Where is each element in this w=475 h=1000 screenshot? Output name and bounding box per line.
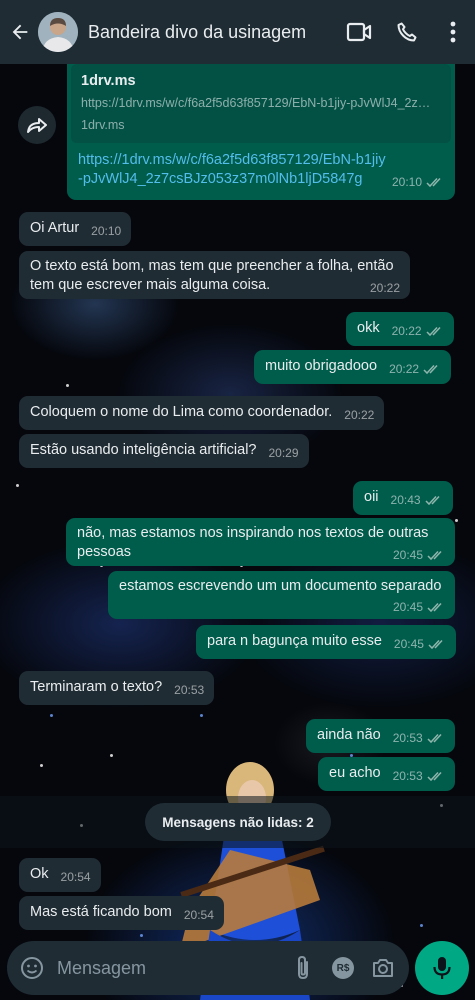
- message-incoming[interactable]: Ok 20:54: [19, 858, 101, 892]
- contact-avatar[interactable]: [38, 12, 78, 52]
- message-outgoing[interactable]: não, mas estamos nos inspirando nos text…: [66, 518, 455, 566]
- message-time: 20:22: [389, 362, 420, 376]
- message-time: 20:45: [392, 548, 423, 562]
- message-incoming[interactable]: Coloquem o nome do Lima como coordenador…: [19, 396, 385, 430]
- message-incoming[interactable]: Estão usando inteligência artificial? 20:…: [19, 434, 309, 468]
- message-text: muito obrigadooo: [265, 358, 378, 374]
- message-text-line2: pessoas: [77, 544, 132, 560]
- message-outgoing[interactable]: okk 20:22: [346, 312, 454, 346]
- message-outgoing[interactable]: estamos escrevendo um um documento separ…: [108, 571, 455, 619]
- video-call-icon: [346, 22, 372, 42]
- message-incoming[interactable]: Oi Artur 20:10: [19, 212, 132, 246]
- message-text: oii: [364, 489, 379, 505]
- message-time: 20:53: [174, 683, 205, 697]
- double-check-icon: [427, 602, 442, 613]
- message-text-line1: não, mas estamos nos inspirando nos text…: [77, 525, 429, 541]
- message-text-line2: tem que escrever mais alguma coisa.: [30, 277, 271, 293]
- link-preview-domain: 1drv.ms: [81, 118, 125, 132]
- more-options-button[interactable]: [431, 0, 475, 64]
- double-check-icon: [425, 495, 440, 506]
- message-time: 20:22: [369, 281, 400, 295]
- double-check-icon: [426, 326, 441, 337]
- message-incoming[interactable]: Terminaram o texto? 20:53: [19, 671, 215, 705]
- chat-title[interactable]: Bandeira divo da usinagem: [88, 22, 335, 43]
- double-check-icon: [428, 639, 443, 650]
- message-text: Coloquem o nome do Lima como coordenador…: [30, 404, 333, 420]
- emoji-icon: [21, 957, 43, 979]
- back-arrow-icon: [12, 24, 28, 40]
- message-outgoing[interactable]: ainda não 20:53: [306, 719, 455, 753]
- double-check-icon: [423, 364, 438, 375]
- message-time: 20:54: [60, 870, 91, 884]
- message-incoming[interactable]: Mas está ficando bom 20:54: [19, 896, 224, 930]
- message-time: 20:10: [91, 224, 122, 238]
- message-outgoing[interactable]: eu acho 20:53: [318, 757, 455, 791]
- attach-icon: [298, 955, 308, 980]
- message-text: okk: [357, 320, 380, 336]
- payment-icon-label: R$: [336, 963, 350, 974]
- message-outgoing[interactable]: muito obrigadooo 20:22: [254, 350, 452, 384]
- message-text: ainda não: [317, 727, 381, 743]
- double-check-icon: [427, 771, 442, 782]
- link-preview-title: 1drv.ms: [81, 73, 136, 89]
- message-link-outgoing[interactable]: 1drv.ms https://1drv.ms/w/c/f6a2f5d63f85…: [67, 56, 455, 200]
- message-text: Terminaram o texto?: [30, 679, 163, 695]
- message-time: 20:45: [392, 600, 423, 614]
- camera-icon: [373, 959, 393, 977]
- forward-icon: [27, 118, 47, 133]
- message-text: eu acho: [329, 765, 381, 781]
- payment-button[interactable]: R$: [323, 941, 363, 995]
- unread-messages-divider: Mensagens não lidas: 2: [145, 803, 331, 841]
- message-text-line1: O texto está bom, mas tem que preencher …: [30, 258, 394, 274]
- message-text: Mas está ficando bom: [30, 904, 172, 920]
- link-preview-url: https://1drv.ms/w/c/f6a2f5d63f857129/EbN…: [81, 96, 431, 110]
- attach-button[interactable]: [283, 941, 323, 995]
- message-text: para n bagunça muito esse: [207, 633, 382, 649]
- message-time: 20:22: [344, 408, 375, 422]
- forward-button[interactable]: [18, 106, 56, 144]
- video-call-button[interactable]: [335, 0, 383, 64]
- double-check-icon: [426, 177, 441, 188]
- message-text: Oi Artur: [30, 220, 80, 236]
- message-link-line2[interactable]: -pJvWlJ4_2z7csBJz053z37m0lNb1ljD5847g: [78, 170, 363, 189]
- back-button[interactable]: [2, 0, 38, 64]
- message-text-line1: estamos escrevendo um um documento separ…: [119, 578, 442, 594]
- voice-call-button[interactable]: [383, 0, 431, 64]
- message-incoming[interactable]: O texto está bom, mas tem que preencher …: [19, 251, 410, 299]
- mic-icon: [433, 957, 451, 979]
- message-time: 20:22: [391, 324, 422, 338]
- link-preview-card[interactable]: 1drv.ms https://1drv.ms/w/c/f6a2f5d63f85…: [71, 64, 451, 143]
- phone-icon: [397, 22, 417, 42]
- message-text: Ok: [30, 866, 49, 882]
- double-check-icon: [427, 733, 442, 744]
- avatar-photo: [38, 12, 78, 52]
- message-outgoing[interactable]: oii 20:43: [353, 481, 453, 515]
- message-time: 20:45: [393, 637, 424, 651]
- message-link-line1[interactable]: https://1drv.ms/w/c/f6a2f5d63f857129/EbN…: [78, 151, 444, 170]
- message-outgoing[interactable]: para n bagunça muito esse 20:45: [196, 625, 456, 659]
- camera-button[interactable]: [363, 941, 403, 995]
- message-time: 20:53: [392, 769, 423, 783]
- chat-header: Bandeira divo da usinagem: [0, 0, 475, 64]
- message-time: 20:29: [268, 446, 299, 460]
- message-time: 20:43: [390, 493, 421, 507]
- double-check-icon: [427, 550, 442, 561]
- voice-message-button[interactable]: [415, 941, 469, 995]
- message-time: 20:54: [183, 908, 214, 922]
- emoji-button[interactable]: [9, 956, 55, 980]
- message-input[interactable]: Mensagem: [57, 958, 283, 979]
- message-time: 20:53: [392, 731, 423, 745]
- more-vert-icon: [450, 21, 456, 43]
- message-text: Estão usando inteligência artificial?: [30, 442, 257, 458]
- message-input-bar: Mensagem R$: [7, 941, 409, 995]
- message-time: 20:10: [391, 175, 422, 189]
